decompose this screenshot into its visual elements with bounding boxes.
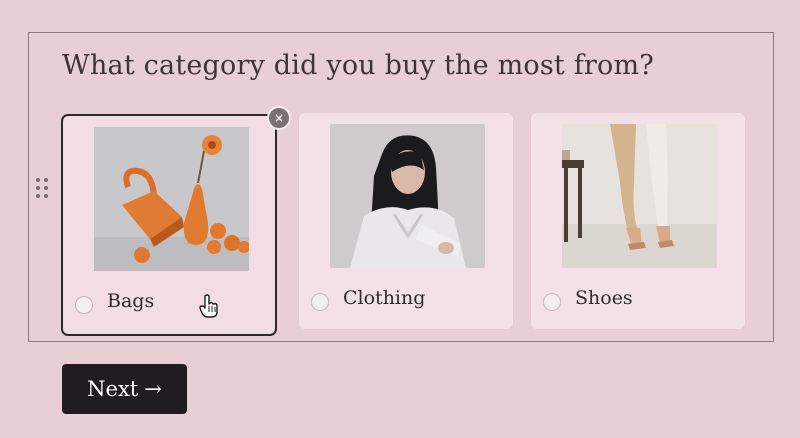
radio-bags[interactable]	[75, 296, 93, 314]
next-button-label: Next	[87, 377, 139, 401]
bag-product-image	[94, 127, 249, 271]
remove-option-icon[interactable]: ×	[267, 106, 291, 130]
next-button[interactable]: Next →	[62, 364, 187, 414]
drag-handle-icon[interactable]	[36, 178, 52, 200]
radio-clothing[interactable]	[311, 293, 329, 311]
option-clothing[interactable]: Clothing	[298, 112, 514, 330]
clothing-model-image	[330, 124, 485, 268]
option-shoes[interactable]: Shoes	[530, 112, 746, 330]
option-label-bags: Bags	[107, 290, 155, 312]
question-title: What category did you buy the most from?	[62, 50, 654, 81]
shoes-image	[562, 124, 717, 268]
close-icon: ×	[273, 111, 285, 125]
radio-shoes[interactable]	[543, 293, 561, 311]
option-label-shoes: Shoes	[575, 287, 633, 309]
hand-pointer-cursor-icon	[198, 294, 220, 318]
option-label-clothing: Clothing	[343, 287, 426, 309]
option-bags[interactable]: Bags	[61, 114, 277, 336]
arrow-right-icon: →	[144, 377, 162, 401]
